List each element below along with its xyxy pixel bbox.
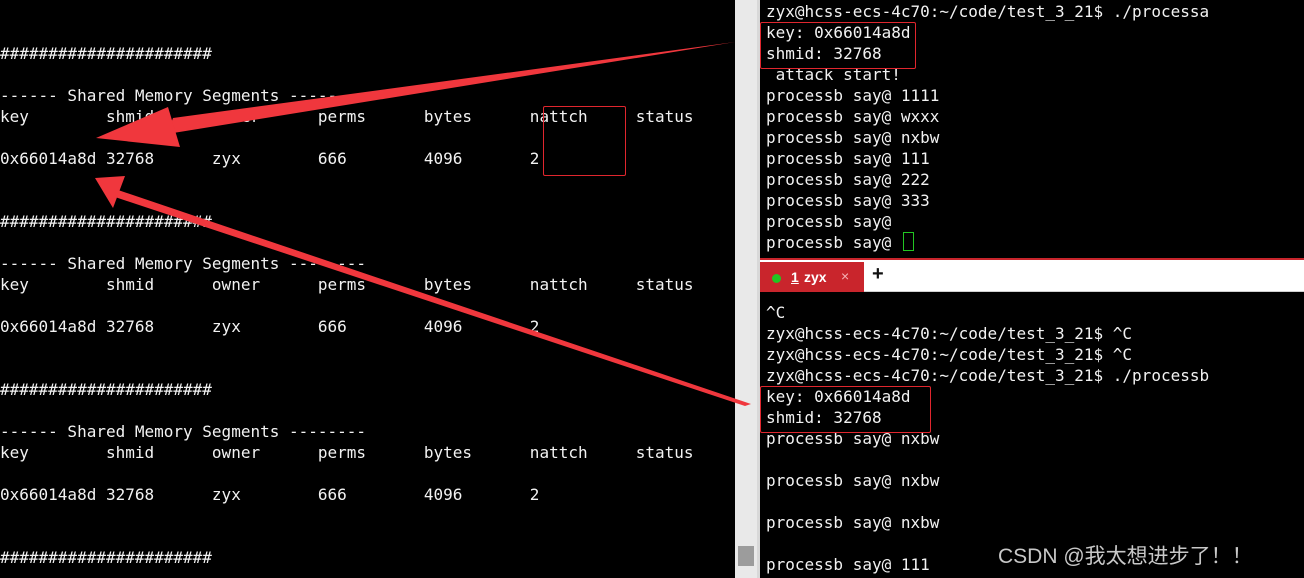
message-line: processb say@ 333 <box>766 191 930 210</box>
prompt-line: zyx@hcss-ecs-4c70:~/code/test_3_21$ ./pr… <box>766 2 1210 21</box>
shm-header-line: ------ Shared Memory Segments -------- <box>0 86 367 105</box>
message-line-with-cursor: processb say@ <box>766 232 914 253</box>
separator-line: ###################### <box>0 212 212 231</box>
attack-start-line: attack start! <box>766 65 901 84</box>
message-line: processb say@ wxxx <box>766 107 940 126</box>
separator-line: ###################### <box>0 548 212 567</box>
prompt-line: zyx@hcss-ecs-4c70:~/code/test_3_21$ ^C <box>766 324 1133 343</box>
shm-header-line: ------ Shared Memory Segments -------- <box>0 254 367 273</box>
column-header-line: key shmid owner perms bytes nattch statu… <box>0 275 694 294</box>
right-bottom-terminal[interactable]: ^C zyx@hcss-ecs-4c70:~/code/test_3_21$ ^… <box>760 292 1304 578</box>
right-top-terminal[interactable]: zyx@hcss-ecs-4c70:~/code/test_3_21$ ./pr… <box>760 0 1304 258</box>
new-tab-button[interactable]: + <box>872 263 884 286</box>
message-line: processb say@ nxbw <box>766 513 940 532</box>
key-output: key: 0x66014a8d <box>766 23 911 42</box>
tab-label: zyx <box>804 269 827 285</box>
scrollbar-thumb[interactable] <box>738 546 754 566</box>
interrupt-line: ^C <box>766 303 786 322</box>
terminal-cursor <box>902 232 914 251</box>
scrollbar-track[interactable] <box>735 0 757 578</box>
status-dot-icon <box>772 274 781 283</box>
message-text: processb say@ <box>766 233 901 252</box>
message-line: processb say@ <box>766 212 901 231</box>
separator-line: ###################### <box>0 44 212 63</box>
key-output: key: 0x66014a8d <box>766 387 911 406</box>
segment-row: 0x66014a8d 32768 zyx 666 4096 2 <box>0 485 540 504</box>
tab-zyx[interactable]: 1 zyx × <box>760 262 864 292</box>
segment-row: 0x66014a8d 32768 zyx 666 4096 2 <box>0 149 540 168</box>
close-icon[interactable]: × <box>841 268 849 284</box>
segment-row: 0x66014a8d 32768 zyx 666 4096 2 <box>0 317 540 336</box>
message-line: processb say@ 111 <box>766 149 930 168</box>
left-terminal[interactable]: ###################### ------ Shared Mem… <box>0 0 735 578</box>
message-line: processb say@ nxbw <box>766 429 940 448</box>
prompt-line: zyx@hcss-ecs-4c70:~/code/test_3_21$ ./pr… <box>766 366 1210 385</box>
message-line: processb say@ nxbw <box>766 128 940 147</box>
column-header-line: key shmid owner perms bytes nattch statu… <box>0 443 694 462</box>
tab-number: 1 <box>791 269 799 285</box>
terminal-tab-bar: 1 zyx × + <box>760 260 1304 292</box>
watermark: CSDN @我太想进步了！！ <box>998 545 1253 568</box>
separator-line: ###################### <box>0 380 212 399</box>
shmid-output: shmid: 32768 <box>766 408 882 427</box>
column-header-line: key shmid owner perms bytes nattch statu… <box>0 107 694 126</box>
message-line: processb say@ nxbw <box>766 471 940 490</box>
prompt-line: zyx@hcss-ecs-4c70:~/code/test_3_21$ ^C <box>766 345 1133 364</box>
shm-header-line: ------ Shared Memory Segments -------- <box>0 422 367 441</box>
shmid-output: shmid: 32768 <box>766 44 882 63</box>
message-line: processb say@ 222 <box>766 170 930 189</box>
message-line: processb say@ 111 <box>766 555 930 574</box>
message-line: processb say@ 1111 <box>766 86 940 105</box>
